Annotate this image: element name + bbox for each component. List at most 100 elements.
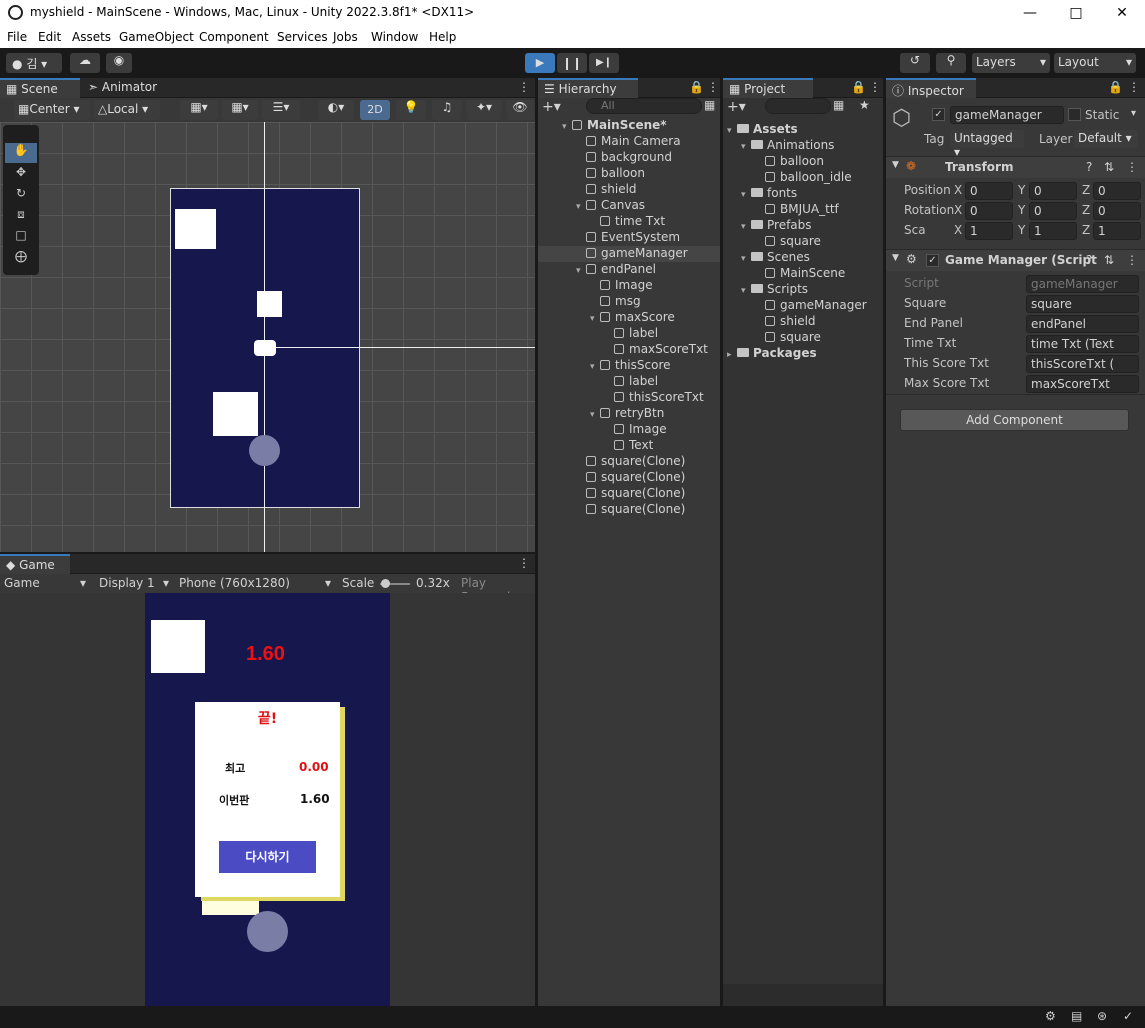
hierarchy-item[interactable]: msg: [538, 294, 720, 310]
transform-tool-icon[interactable]: ⨁: [5, 249, 37, 269]
position-z-field[interactable]: 0: [1093, 182, 1141, 200]
check-icon[interactable]: ✓: [1123, 1009, 1133, 1023]
menu-window[interactable]: Window: [371, 30, 418, 44]
scale-tool-icon[interactable]: ⧈: [5, 207, 37, 227]
kebab-menu-icon[interactable]: ⋮: [1122, 78, 1140, 98]
preset-icon[interactable]: ⇅: [1104, 160, 1114, 174]
tag-dropdown[interactable]: Untagged ▾: [950, 130, 1024, 159]
project-item[interactable]: balloon_idle: [723, 170, 852, 186]
hierarchy-item[interactable]: Image: [538, 278, 720, 294]
effects-icon[interactable]: ✦▾: [466, 100, 502, 120]
hierarchy-item[interactable]: ▾ MainScene*: [538, 118, 720, 134]
mode-2d-button[interactable]: 2D: [360, 100, 390, 120]
hierarchy-item[interactable]: time Txt: [538, 214, 720, 230]
retry-button[interactable]: 다시하기: [219, 841, 316, 873]
menu-file[interactable]: File: [7, 30, 27, 44]
object-field[interactable]: endPanel: [1026, 315, 1139, 333]
pause-button[interactable]: ❙❙: [557, 53, 587, 73]
hierarchy-item[interactable]: square(Clone): [538, 470, 720, 486]
foldout-icon[interactable]: ▾: [562, 122, 572, 132]
foldout-icon[interactable]: ▾: [741, 254, 751, 264]
hierarchy-item[interactable]: EventSystem: [538, 230, 720, 246]
project-item[interactable]: MainScene: [723, 266, 845, 282]
hierarchy-item[interactable]: Image: [538, 422, 720, 438]
component-enabled-checkbox[interactable]: ✓: [926, 254, 939, 267]
hierarchy-item[interactable]: ▾ thisScore: [538, 358, 720, 374]
hierarchy-item[interactable]: ▾ Canvas: [538, 198, 720, 214]
foldout-icon[interactable]: ▾: [741, 190, 751, 200]
menu-edit[interactable]: Edit: [38, 30, 61, 44]
audio-icon[interactable]: ♫: [432, 100, 462, 120]
project-item[interactable]: ▾ Prefabs: [723, 218, 812, 234]
resolution-dropdown[interactable]: Phone (760x1280) ▾: [179, 576, 331, 590]
menu-component[interactable]: Component: [199, 30, 269, 44]
foldout-icon[interactable]: ▾: [590, 410, 600, 420]
lighting-icon[interactable]: 💡: [396, 100, 426, 120]
foldout-icon[interactable]: ▾: [576, 202, 586, 212]
hierarchy-item[interactable]: Main Camera: [538, 134, 720, 150]
foldout-icon[interactable]: ▾: [741, 222, 751, 232]
preset-icon[interactable]: ⇅: [1104, 253, 1114, 267]
project-item[interactable]: shield: [723, 314, 816, 330]
active-checkbox[interactable]: ✓: [932, 108, 945, 121]
foldout-icon[interactable]: ▾: [576, 266, 586, 276]
tab-animator[interactable]: ➣ Animator: [82, 78, 172, 98]
lock-icon[interactable]: 🔒: [1102, 78, 1123, 98]
kebab-menu-icon[interactable]: ⋮: [701, 78, 719, 98]
layer-dropdown[interactable]: Default ▾: [1074, 130, 1138, 148]
visibility-icon[interactable]: 👁: [506, 100, 534, 120]
menu-gameobject[interactable]: GameObject: [119, 30, 194, 44]
search-icon[interactable]: ⚲: [936, 53, 966, 73]
add-icon[interactable]: +▾: [727, 99, 746, 115]
filter-icon[interactable]: ▦: [833, 98, 844, 112]
scale-slider-thumb[interactable]: [381, 579, 390, 588]
hierarchy-item[interactable]: gameManager: [538, 246, 720, 262]
scene-view[interactable]: ✋ ✥ ↻ ⧈ □ ⨁: [0, 122, 535, 552]
history-icon[interactable]: ↺: [900, 53, 930, 73]
display-dropdown[interactable]: Display 1 ▾: [99, 576, 169, 590]
script-component-header[interactable]: ▼ ⚙ ✓ Game Manager (Script ? ⇅ ⋮: [886, 249, 1145, 271]
project-item[interactable]: ▾ Scripts: [723, 282, 808, 298]
foldout-icon[interactable]: ▸: [727, 350, 737, 360]
lock-icon[interactable]: 🔒: [683, 78, 704, 98]
static-checkbox[interactable]: [1068, 108, 1081, 121]
lock-icon[interactable]: 🔒: [845, 78, 866, 98]
hierarchy-item[interactable]: square(Clone): [538, 486, 720, 502]
bug-icon[interactable]: ⚙: [1045, 1009, 1056, 1023]
foldout-icon[interactable]: ▾: [741, 286, 751, 296]
kebab-menu-icon[interactable]: ⋮: [1126, 253, 1138, 267]
minimize-button[interactable]: —: [1007, 0, 1053, 26]
network-icon[interactable]: ⊛: [1097, 1009, 1107, 1023]
project-item[interactable]: ▾ fonts: [723, 186, 797, 202]
hierarchy-item[interactable]: maxScoreTxt: [538, 342, 720, 358]
project-item[interactable]: ▸ Packages: [723, 346, 817, 362]
project-item[interactable]: gameManager: [723, 298, 867, 314]
view-dropdown[interactable]: Game ▾: [4, 576, 88, 590]
square-object[interactable]: [175, 209, 216, 249]
tab-scene[interactable]: ▦ Scene: [0, 78, 80, 98]
scale-x-field[interactable]: 1: [965, 222, 1013, 240]
project-item[interactable]: BMJUA_ttf: [723, 202, 839, 218]
hierarchy-item[interactable]: balloon: [538, 166, 720, 182]
grid-icon[interactable]: ▦▾: [222, 100, 258, 120]
foldout-icon[interactable]: ▾: [590, 314, 600, 324]
account-dropdown[interactable]: ● 김 ▾: [6, 53, 62, 73]
project-search-input[interactable]: [765, 98, 831, 114]
layout-dropdown[interactable]: Layout ▾: [1054, 53, 1136, 73]
star-icon[interactable]: ★: [859, 98, 870, 112]
rotate-tool-icon[interactable]: ↻: [5, 186, 37, 206]
help-icon[interactable]: ?: [1086, 160, 1092, 174]
project-item[interactable]: ▾ Animations: [723, 138, 834, 154]
object-name-field[interactable]: gameManager: [950, 106, 1064, 124]
menu-jobs[interactable]: Jobs: [333, 30, 358, 44]
game-view[interactable]: 1.60 끝! 최고 0.00 이번판 1.60 다시하기: [0, 593, 535, 1006]
rotation-x-field[interactable]: 0: [965, 202, 1013, 220]
close-button[interactable]: ✕: [1099, 0, 1145, 26]
project-item[interactable]: balloon: [723, 154, 824, 170]
rotation-z-field[interactable]: 0: [1093, 202, 1141, 220]
object-field[interactable]: thisScoreTxt (: [1026, 355, 1139, 373]
maximize-button[interactable]: □: [1053, 0, 1099, 26]
position-x-field[interactable]: 0: [965, 182, 1013, 200]
tab-project[interactable]: ▦ Project: [723, 78, 813, 98]
add-component-button[interactable]: Add Component: [900, 409, 1129, 431]
